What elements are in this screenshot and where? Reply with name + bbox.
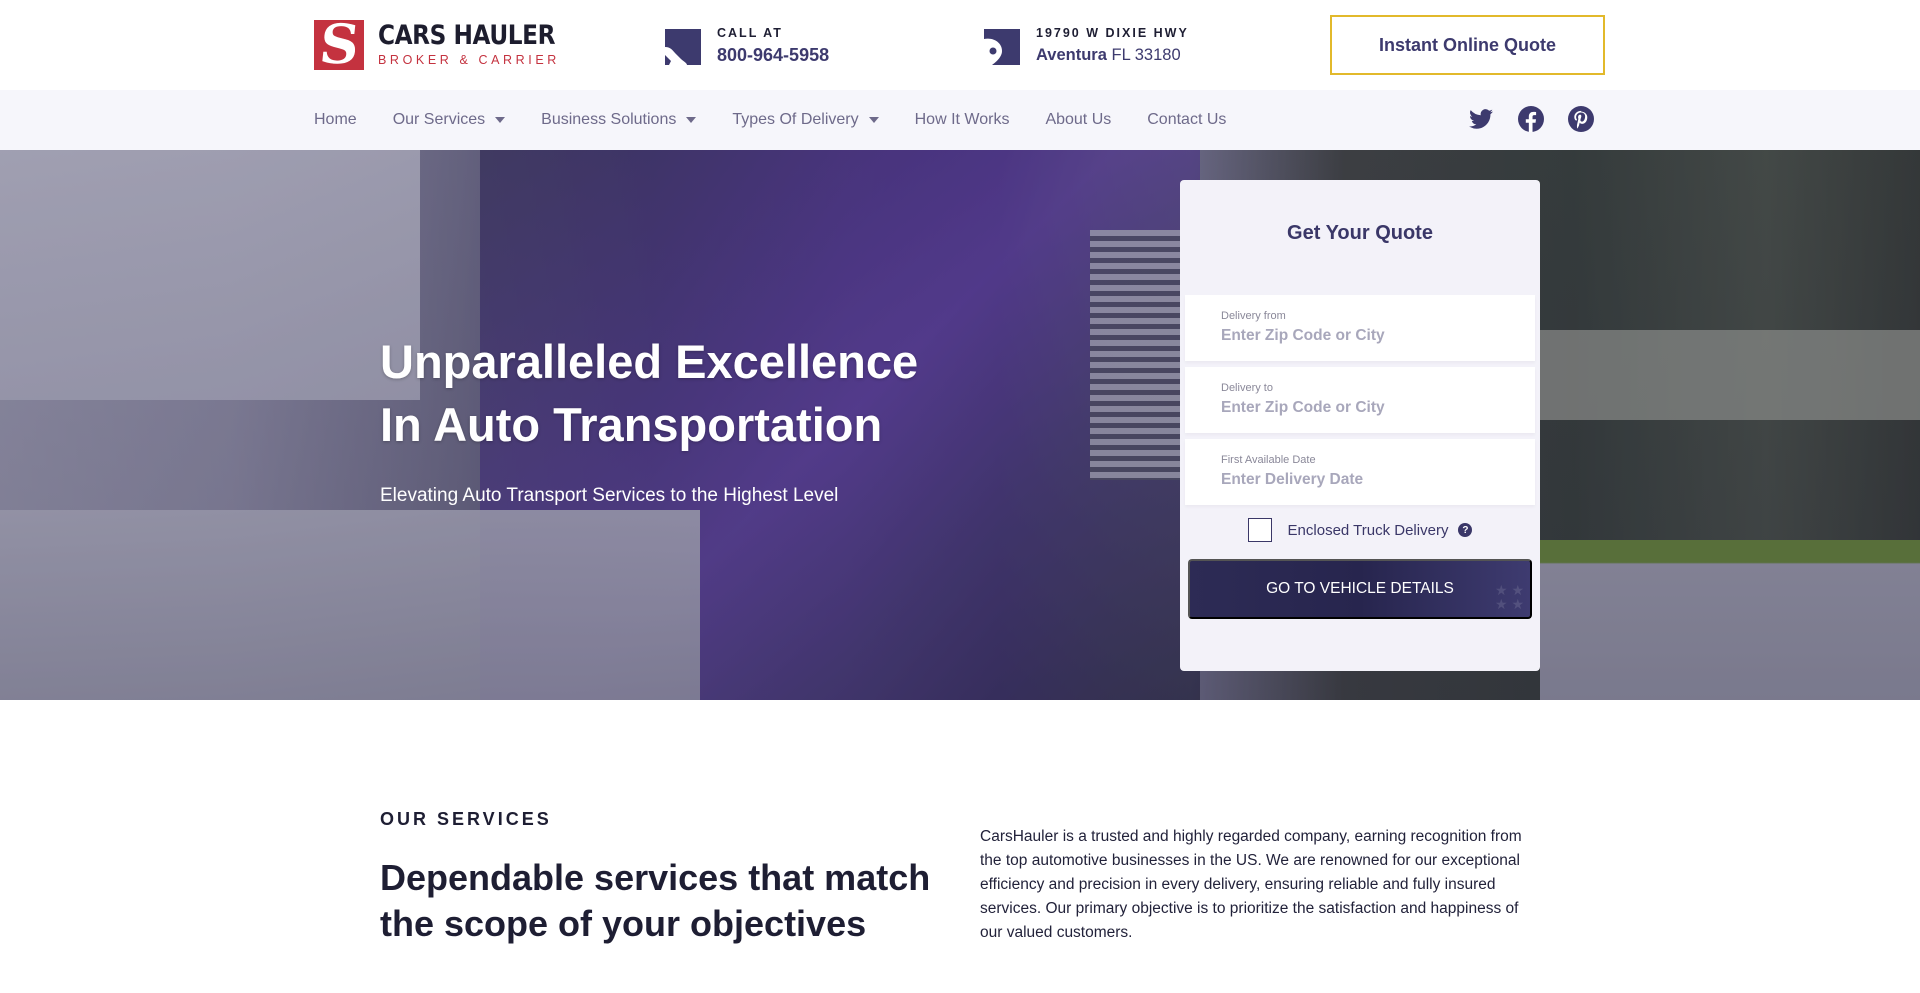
address-street: 19790 W DIXIE HWY: [1036, 26, 1189, 40]
facebook-icon[interactable]: [1518, 106, 1544, 132]
phone-number[interactable]: 800-964-5958: [717, 43, 829, 67]
caret-down-icon: [495, 117, 506, 123]
services-description: CarsHauler is a trusted and highly regar…: [980, 828, 1522, 941]
delivery-date-label: First Available Date: [1221, 454, 1316, 466]
nav-item-our-services[interactable]: Our Services: [393, 111, 506, 129]
delivery-date-field[interactable]: First Available Date: [1185, 439, 1535, 505]
pinterest-icon[interactable]: [1568, 106, 1594, 132]
go-button-label: GO TO VEHICLE DETAILS: [1266, 580, 1454, 597]
address-city: Aventura: [1036, 46, 1107, 64]
instant-quote-button[interactable]: Instant Online Quote: [1330, 15, 1605, 75]
caret-down-icon: [686, 117, 697, 123]
hero-title: Unparalleled Excellence In Auto Transport…: [380, 335, 919, 451]
location-pin-icon: [984, 28, 1020, 65]
social-links: [1468, 106, 1618, 132]
nav-item-contact-us[interactable]: Contact Us: [1147, 111, 1226, 129]
main-nav: Home Our Services Business Solutions Typ…: [0, 90, 1920, 150]
delivery-to-input[interactable]: [1221, 397, 1511, 419]
hero-banner: Unparalleled Excellence In Auto Transport…: [0, 150, 1920, 700]
phone-contact[interactable]: CALL AT 800-964-5958: [665, 26, 829, 67]
phone-label: CALL AT: [717, 26, 783, 40]
stars-decoration-icon: ★ ★ ★ ★: [1495, 582, 1524, 612]
delivery-to-label: Delivery to: [1221, 382, 1273, 394]
delivery-from-input[interactable]: [1221, 325, 1511, 347]
phone-icon: [665, 28, 701, 65]
services-title: Dependable services that match the scope…: [380, 857, 931, 944]
delivery-to-field[interactable]: Delivery to: [1185, 367, 1535, 433]
enclosed-delivery-checkbox[interactable]: [1247, 518, 1272, 542]
twitter-icon[interactable]: [1468, 106, 1494, 132]
delivery-from-label: Delivery from: [1221, 310, 1286, 322]
caret-down-icon: [868, 117, 879, 123]
help-icon[interactable]: ?: [1458, 523, 1473, 537]
quote-form: Get Your Quote Delivery from Delivery to…: [1180, 180, 1540, 671]
logo-title: CARS HAULER: [378, 20, 556, 51]
hero-subtitle: Elevating Auto Transport Services to the…: [380, 485, 839, 506]
top-header: S CARS HAULER BROKER & CARRIER CALL AT 8…: [0, 0, 1920, 90]
go-to-vehicle-details-button[interactable]: GO TO VEHICLE DETAILS ★ ★ ★ ★: [1188, 559, 1532, 619]
enclosed-delivery-row: Enclosed Truck Delivery ?: [1180, 518, 1540, 542]
address-contact: 19790 W DIXIE HWY Aventura FL 33180: [984, 26, 1189, 67]
logo-mark-icon: S: [314, 20, 364, 70]
address-state-zip: FL 33180: [1111, 46, 1181, 64]
nav-item-home[interactable]: Home: [314, 111, 357, 129]
nav-item-business-solutions[interactable]: Business Solutions: [541, 111, 697, 129]
nav-item-how-it-works[interactable]: How It Works: [915, 111, 1010, 129]
delivery-from-field[interactable]: Delivery from: [1185, 295, 1535, 361]
delivery-date-input[interactable]: [1221, 469, 1511, 491]
enclosed-delivery-label[interactable]: Enclosed Truck Delivery: [1288, 522, 1449, 539]
logo-subtitle: BROKER & CARRIER: [378, 53, 560, 67]
quote-form-title: Get Your Quote: [1287, 222, 1433, 244]
services-kicker: OUR SERVICES: [380, 809, 552, 829]
nav-item-types-of-delivery[interactable]: Types Of Delivery: [732, 111, 879, 129]
nav-item-about-us[interactable]: About Us: [1045, 111, 1111, 129]
logo[interactable]: S CARS HAULER BROKER & CARRIER: [314, 20, 584, 70]
